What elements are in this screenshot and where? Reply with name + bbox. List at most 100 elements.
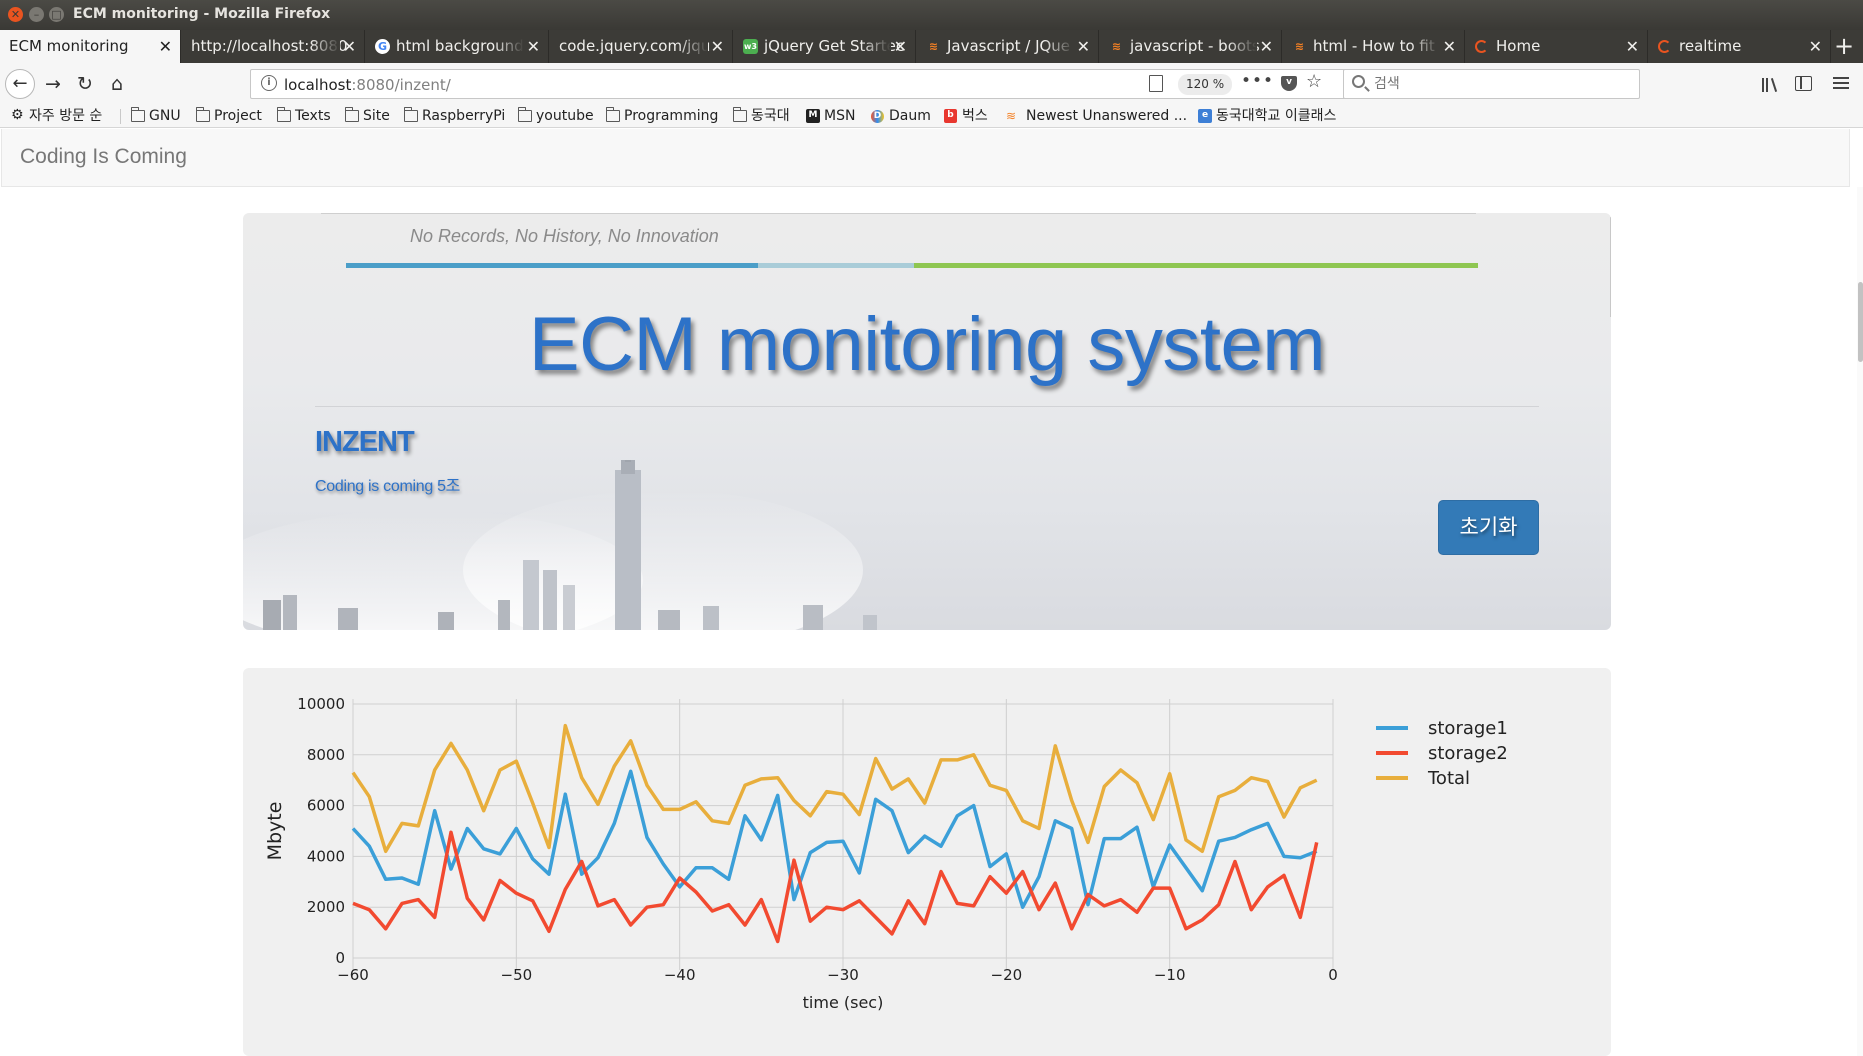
reset-button[interactable]: 초기화 xyxy=(1438,500,1539,555)
gear-icon: ⚙ xyxy=(11,107,24,123)
bookmark-label: youtube xyxy=(536,108,594,124)
hamburger-menu-icon[interactable] xyxy=(1833,77,1849,91)
msn-icon: M xyxy=(806,109,820,123)
x-tick-label: −40 xyxy=(664,966,696,984)
info-icon[interactable]: i xyxy=(261,75,277,91)
tab-fade xyxy=(1410,30,1440,63)
storage-line-chart: −60 −50 −40 −30 −20 −10 0 0 2000 4000 6000 8000 1000… xyxy=(264,695,1508,1012)
x-tick-label: −50 xyxy=(501,966,533,984)
tab-home[interactable]: Home ✕ xyxy=(1466,30,1648,63)
title-bar: ✕ – □ ECM monitoring - Mozilla Firefox xyxy=(0,0,1863,30)
tab-close-icon[interactable]: ✕ xyxy=(711,30,724,63)
tab-close-icon[interactable]: ✕ xyxy=(159,30,172,63)
stackoverflow-icon: ≋ xyxy=(1294,40,1305,53)
web-page: Coding Is Coming No Records, No History,… xyxy=(0,129,1863,1056)
page-actions-icon[interactable]: ••• xyxy=(1241,71,1274,91)
search-bar[interactable] xyxy=(1343,69,1640,99)
tab-html-how-to-fit[interactable]: ≋ html - How to fit ✕ xyxy=(1283,30,1465,63)
tab-close-icon[interactable]: ✕ xyxy=(1260,30,1273,63)
tab-fade xyxy=(861,30,891,63)
page-scrollbar[interactable] xyxy=(1857,187,1863,1056)
tab-jquery-get-started[interactable]: w3 jQuery Get Startec ✕ xyxy=(734,30,916,63)
new-tab-button[interactable]: + xyxy=(1831,30,1857,62)
stackoverflow-icon: ≋ xyxy=(1006,109,1017,123)
pocket-icon[interactable]: v xyxy=(1281,76,1297,91)
library-icon[interactable] xyxy=(1762,76,1780,92)
bookmark-label: 벅스 xyxy=(962,108,988,124)
stackoverflow-icon: ≋ xyxy=(1111,40,1122,53)
bookmark-star-icon[interactable]: ☆ xyxy=(1306,71,1322,92)
tab-javascript-bootstrap[interactable]: ≋ javascript - boots ✕ xyxy=(1100,30,1282,63)
bookmark-label: Site xyxy=(363,108,390,124)
window-close-button[interactable]: ✕ xyxy=(8,7,23,22)
x-tick-label: −30 xyxy=(827,966,859,984)
minimize-icon: – xyxy=(33,8,40,21)
site-navbar: Coding Is Coming xyxy=(1,129,1850,187)
navigation-toolbar: ← → ↻ ⌂ i localhost:8080/inzent/ 120 % •… xyxy=(0,63,1863,105)
tab-javascript-jquery[interactable]: ≋ Javascript / JQue ✕ xyxy=(917,30,1099,63)
tab-realtime[interactable]: realtime ✕ xyxy=(1649,30,1831,63)
url-text[interactable]: localhost:8080/inzent/ xyxy=(284,76,451,94)
tab-close-icon[interactable]: ✕ xyxy=(1626,30,1639,63)
chart-series xyxy=(351,723,1319,944)
url-path: :8080/inzent/ xyxy=(351,76,451,94)
bookmark-label: Project xyxy=(214,108,262,124)
y-tick-label: 0 xyxy=(335,949,345,967)
tab-code-jquery[interactable]: code.jquery.com/jqu ✕ xyxy=(550,30,733,63)
tab-close-icon[interactable]: ✕ xyxy=(1077,30,1090,63)
maximize-icon: □ xyxy=(51,8,62,21)
tab-html-background[interactable]: G html background ✕ xyxy=(366,30,549,63)
google-icon: G xyxy=(375,39,390,54)
back-button[interactable]: ← xyxy=(5,69,35,99)
y-tick-label: 10000 xyxy=(297,695,345,713)
x-axis-label: time (sec) xyxy=(803,993,884,1012)
home-button[interactable]: ⌂ xyxy=(102,69,132,99)
legend-label: storage1 xyxy=(1428,718,1508,739)
page-scrollbar-thumb[interactable] xyxy=(1858,282,1863,362)
bookmark-label: RaspberryPi xyxy=(422,108,506,124)
loading-icon xyxy=(1658,40,1671,53)
reload-icon: ↻ xyxy=(77,73,93,95)
tab-label: ECM monitoring xyxy=(9,37,129,55)
tab-close-icon[interactable]: ✕ xyxy=(1443,30,1456,63)
daum-icon: D xyxy=(871,110,884,123)
url-bar[interactable]: i localhost:8080/inzent/ 120 % ••• v ☆ xyxy=(250,69,1346,99)
tab-close-icon[interactable]: ✕ xyxy=(343,30,356,63)
folder-icon xyxy=(733,107,747,122)
tab-ecm-monitoring[interactable]: ECM monitoring ✕ xyxy=(0,30,181,63)
x-tick-label: 0 xyxy=(1328,966,1338,984)
bookmark-label: Newest Unanswered ... xyxy=(1026,108,1188,124)
stackoverflow-icon: ≋ xyxy=(928,40,939,53)
folder-icon xyxy=(606,107,620,122)
close-icon: ✕ xyxy=(10,8,21,21)
tab-fade xyxy=(310,30,340,63)
tab-label: realtime xyxy=(1679,37,1742,55)
y-tick-label: 6000 xyxy=(307,797,345,815)
folder-icon xyxy=(131,107,145,122)
folder-icon xyxy=(518,107,532,122)
reload-button[interactable]: ↻ xyxy=(70,69,100,99)
tab-close-icon[interactable]: ✕ xyxy=(894,30,907,63)
arrow-left-icon: ← xyxy=(12,73,28,94)
tab-close-icon[interactable]: ✕ xyxy=(1809,30,1822,63)
search-input[interactable] xyxy=(1374,75,1624,93)
tab-fade xyxy=(1044,30,1074,63)
window-minimize-button[interactable]: – xyxy=(29,7,44,22)
tab-close-icon[interactable]: ✕ xyxy=(527,30,540,63)
bookmark-label: GNU xyxy=(149,108,181,124)
bookmark-label: Daum xyxy=(889,108,931,124)
tab-fade xyxy=(1227,30,1257,63)
bookmark-label: 자주 방문 순 xyxy=(29,108,103,124)
sidebar-toggle-icon[interactable] xyxy=(1795,76,1812,91)
page-title: ECM monitoring system xyxy=(528,302,1326,387)
hero-jumbotron: No Records, No History, No Innovation EC… xyxy=(243,213,1611,630)
chart-legend: storage1 storage2 Total xyxy=(1363,708,1508,798)
bookmark-label: MSN xyxy=(824,108,856,124)
forward-button[interactable]: → xyxy=(38,69,68,99)
bookmark-label: Texts xyxy=(295,108,331,124)
reader-view-icon[interactable] xyxy=(1149,75,1163,92)
site-brand[interactable]: Coding Is Coming xyxy=(20,145,187,169)
zoom-indicator[interactable]: 120 % xyxy=(1178,74,1233,95)
tab-localhost[interactable]: http://localhost:8080 ✕ xyxy=(182,30,365,63)
window-maximize-button[interactable]: □ xyxy=(49,7,64,22)
